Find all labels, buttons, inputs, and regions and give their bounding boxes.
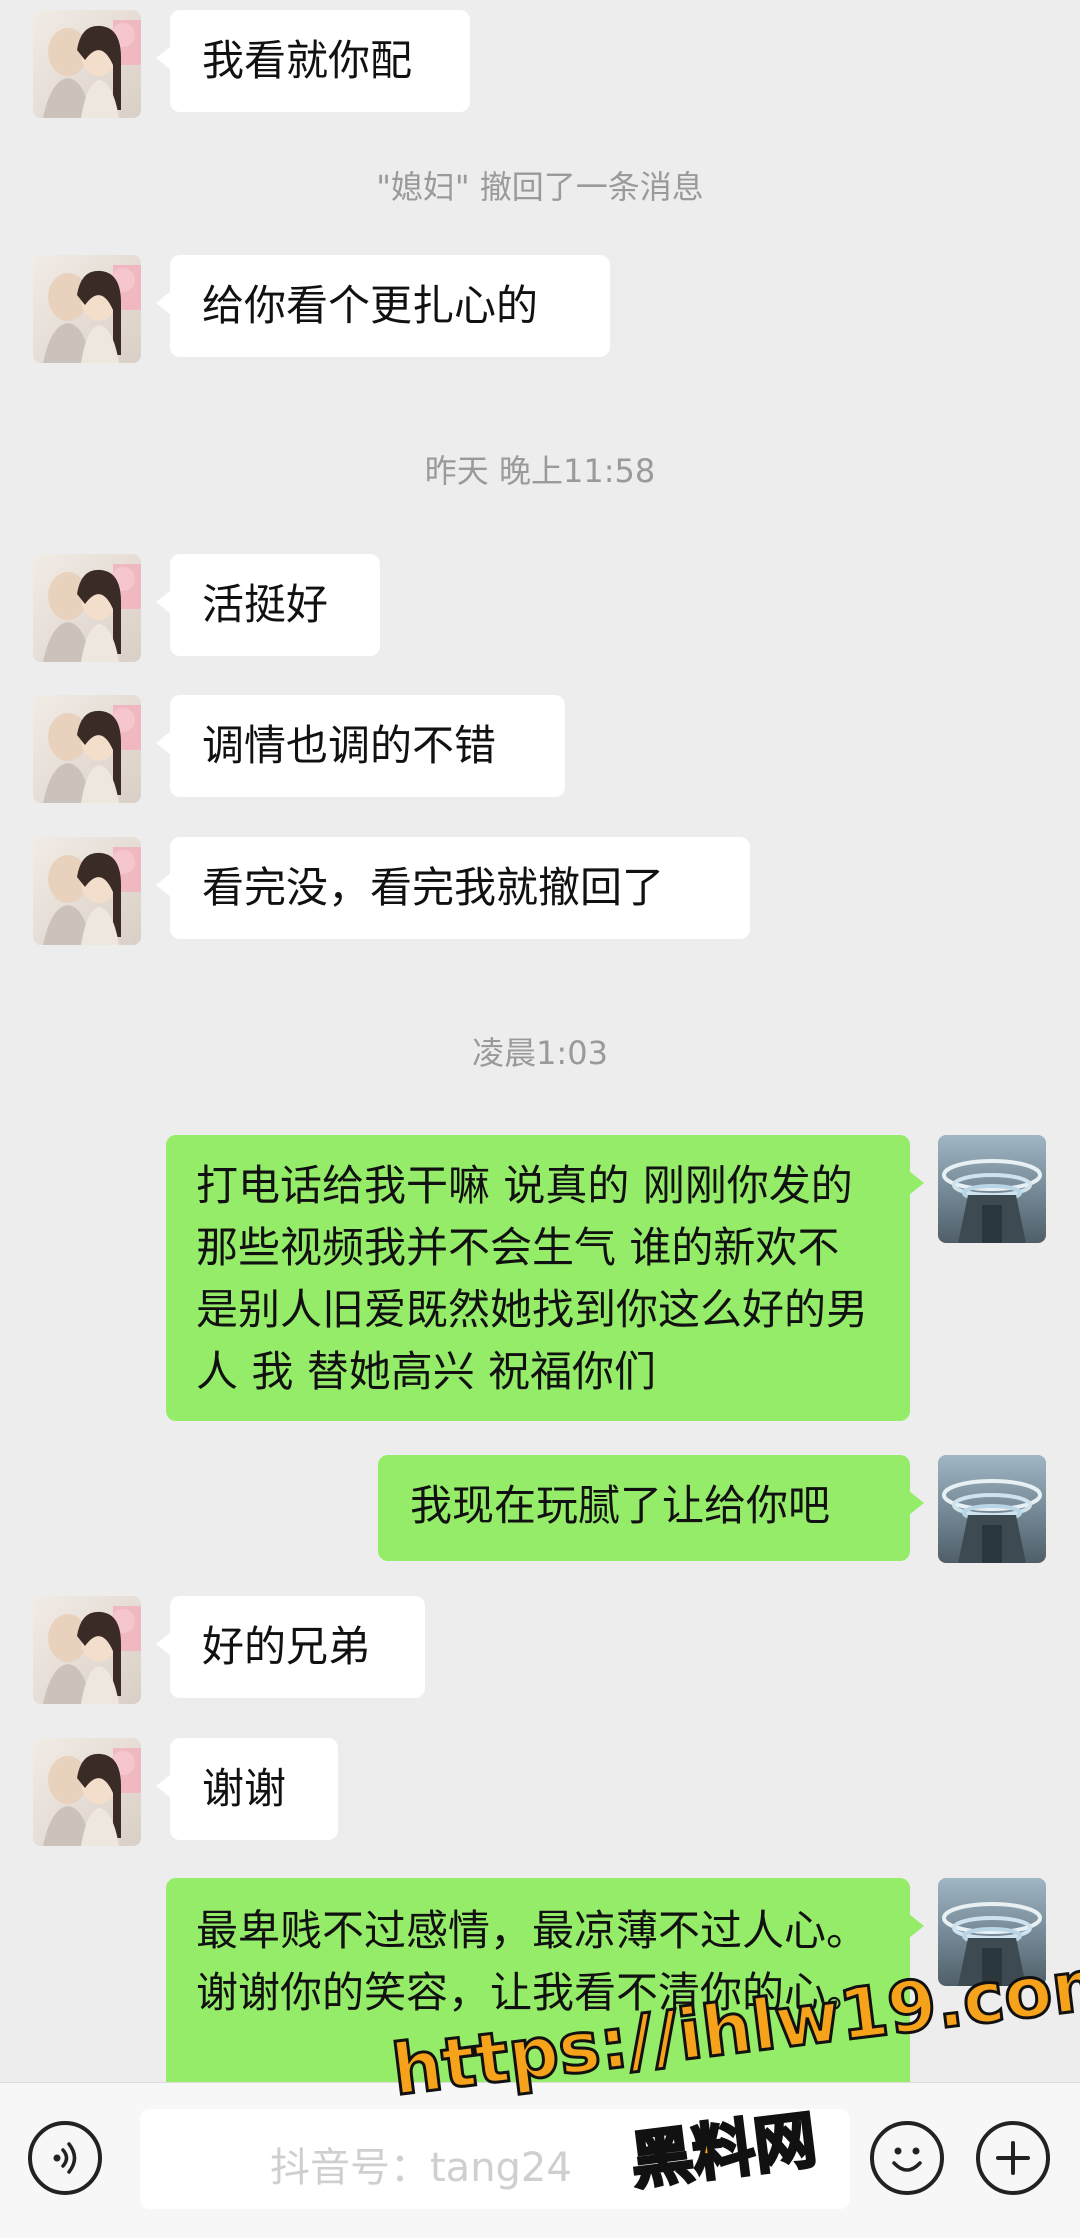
watermark-text: 抖音号：tang24 <box>270 2145 572 2191</box>
message-bubble-incoming[interactable]: 看完没，看完我就撤回了 <box>156 837 750 939</box>
input-bar: 抖音号：tang24 <box>0 2082 1080 2238</box>
contact-avatar[interactable] <box>33 255 141 363</box>
message-bubble-incoming[interactable]: 给你看个更扎心的 <box>156 255 610 357</box>
timestamp: 昨天 晚上11:58 <box>424 452 656 490</box>
voice-icon <box>53 2142 77 2174</box>
emoji-button[interactable] <box>870 2121 944 2195</box>
contact-avatar[interactable] <box>33 1738 141 1846</box>
contact-avatar[interactable] <box>33 1596 141 1704</box>
recall-notice[interactable]: "媳妇" 撤回了一条消息 <box>0 162 1080 208</box>
message-bubble-outgoing[interactable]: 打电话给我干嘛 说真的 刚刚你发的那些视频我并不会生气 谁的新欢不是别人旧爱既然… <box>166 1135 924 1421</box>
contact-avatar[interactable] <box>33 554 141 662</box>
message-bubble-outgoing[interactable]: 我现在玩腻了让给你吧 <box>378 1455 924 1561</box>
contact-avatar[interactable] <box>33 10 141 118</box>
message-bubble-incoming[interactable]: 谢谢 <box>156 1738 338 1840</box>
message-bubble-incoming[interactable]: 调情也调的不错 <box>156 695 565 797</box>
message-bubble-incoming[interactable]: 我看就你配 <box>156 10 470 112</box>
timestamp: 凌晨1:03 <box>472 1034 608 1072</box>
message-bubble-incoming[interactable]: 好的兄弟 <box>156 1596 425 1698</box>
emoji-icon <box>892 2147 922 2172</box>
plus-icon <box>996 2141 1030 2175</box>
my-avatar[interactable] <box>938 1455 1046 1563</box>
voice-button[interactable] <box>28 2121 102 2195</box>
message-bubble-incoming[interactable]: 活挺好 <box>156 554 380 656</box>
contact-avatar[interactable] <box>33 695 141 803</box>
more-button[interactable] <box>976 2121 1050 2195</box>
contact-avatar[interactable] <box>33 837 141 945</box>
my-avatar[interactable] <box>938 1135 1046 1243</box>
